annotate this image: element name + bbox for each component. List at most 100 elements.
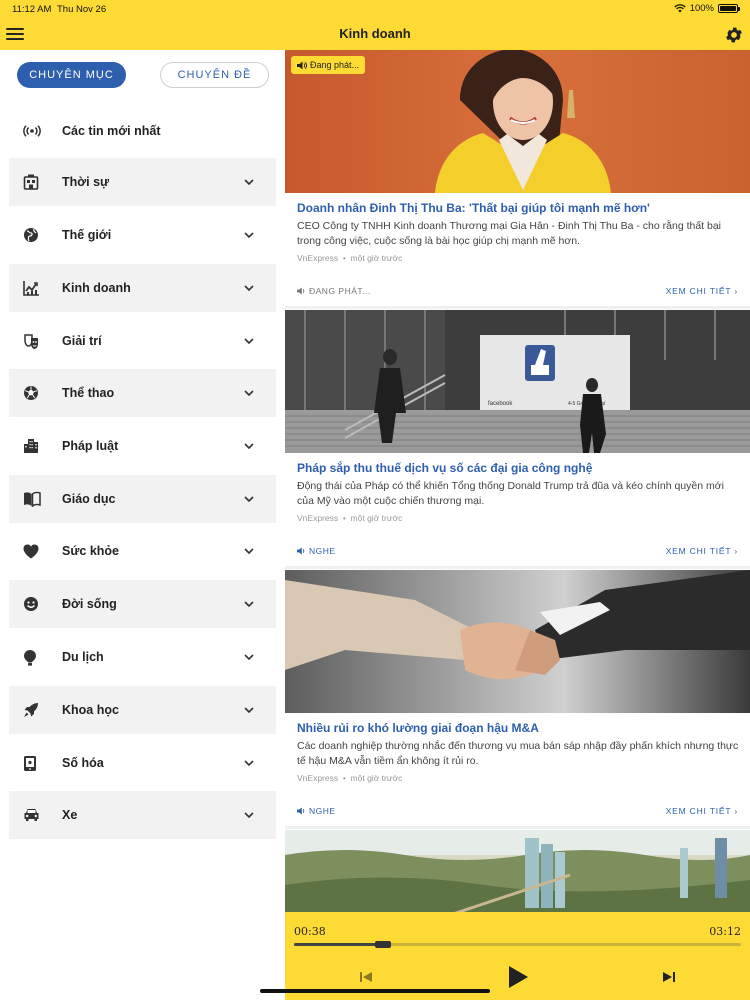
now-playing-badge: Đang phát...	[291, 56, 366, 74]
sidebar-item-label: Khoa học	[62, 703, 119, 717]
listen-button[interactable]: NGHE	[297, 546, 336, 556]
article-meta: VnExpress • một giờ trước	[297, 773, 402, 783]
building-newspaper-icon	[23, 174, 49, 190]
chevron-down-icon[interactable]	[242, 338, 256, 344]
article-feed: Đang phát... Doanh nhân Đinh Thị Thu Ba:…	[285, 50, 750, 1000]
chevron-down-icon[interactable]	[242, 390, 256, 396]
chevron-down-icon[interactable]	[242, 760, 256, 766]
sidebar-item-khoa-hoc[interactable]: Khoa học	[9, 686, 276, 734]
sign-text-brand: facebook	[488, 401, 513, 407]
sidebar-item-label: Sức khỏe	[62, 544, 119, 558]
article-card[interactable]	[285, 830, 750, 920]
speaker-icon	[297, 61, 307, 69]
chevron-down-icon[interactable]	[242, 443, 256, 449]
sidebar-item-the-gioi[interactable]: Thế giới	[9, 211, 276, 259]
chevron-down-icon[interactable]	[242, 707, 256, 713]
rocket-icon	[23, 702, 49, 718]
read-more-button[interactable]: XEM CHI TIẾT ›	[666, 546, 738, 556]
article-source: VnExpress	[297, 513, 339, 523]
wifi-icon	[674, 4, 686, 13]
next-track-icon[interactable]	[661, 970, 677, 984]
chevron-right-icon: ›	[734, 286, 738, 296]
sidebar-item-doi-song[interactable]: Đời sống	[9, 580, 276, 628]
sidebar-item-label: Du lịch	[62, 650, 104, 664]
hot-air-balloon-icon	[23, 649, 49, 666]
top-bar: 11:12 AM Thu Nov 26 100% Kinh doanh	[0, 0, 750, 50]
sidebar-item-label: Đời sống	[62, 597, 117, 611]
sidebar: CHUYÊN MỤC CHUYÊN ĐỀ Các tin mới nhất Th…	[0, 50, 285, 1000]
article-thumbnail[interactable]	[285, 570, 750, 713]
article-time: một giờ trước	[350, 513, 403, 523]
article-summary: Các doanh nghiệp thường nhắc đến thương …	[297, 740, 739, 767]
article-meta: VnExpress • một giờ trước	[297, 513, 402, 523]
read-more-button[interactable]: XEM CHI TIẾT ›	[666, 286, 738, 296]
sidebar-item-the-thao[interactable]: Thể thao	[9, 369, 276, 417]
status-date: Thu Nov 26	[57, 4, 107, 15]
seek-slider[interactable]	[294, 941, 741, 948]
chevron-down-icon[interactable]	[242, 285, 256, 291]
read-more-label: XEM CHI TIẾT	[665, 546, 732, 556]
sidebar-item-suc-khoe[interactable]: Sức khỏe	[9, 527, 276, 575]
sidebar-item-label: Kinh doanh	[62, 281, 131, 295]
chevron-down-icon[interactable]	[242, 812, 256, 818]
chevron-down-icon[interactable]	[242, 232, 256, 238]
article-meta: VnExpress • một giờ trước	[297, 253, 402, 263]
sidebar-item-label: Xe	[62, 808, 78, 822]
sidebar-item-label: Các tin mới nhất	[62, 124, 161, 138]
article-title[interactable]: Doanh nhân Đinh Thị Thu Ba: 'Thất bại gi…	[297, 201, 742, 216]
gear-icon[interactable]	[724, 25, 744, 45]
sidebar-item-giao-duc[interactable]: Giáo dục	[9, 475, 276, 523]
article-title[interactable]: Nhiều rủi ro khó lường giai đoạn hậu M&A	[297, 721, 742, 736]
article-title[interactable]: Pháp sắp thu thuế dịch vụ số các đại gia…	[297, 461, 742, 476]
article-summary: CEO Công ty TNHH Kinh doanh Thương mại G…	[297, 220, 722, 247]
soccer-ball-icon	[23, 385, 49, 401]
article-thumbnail[interactable]: Đang phát...	[285, 50, 750, 193]
chevron-down-icon[interactable]	[242, 179, 256, 185]
open-book-icon	[23, 491, 49, 507]
car-icon	[23, 808, 49, 822]
city-building-icon	[23, 438, 49, 454]
previous-track-icon[interactable]	[358, 970, 374, 984]
listen-button[interactable]: NGHE	[297, 806, 336, 816]
read-more-label: XEM CHI TIẾT	[665, 806, 732, 816]
chevron-right-icon: ›	[734, 546, 738, 556]
smiley-icon	[23, 596, 49, 612]
status-bar: 11:12 AM Thu Nov 26 100%	[0, 0, 750, 18]
heart-icon	[23, 544, 49, 559]
sidebar-item-label: Thời sự	[62, 175, 110, 189]
article-thumbnail[interactable]: facebook 4-5 Grand Canal	[285, 310, 750, 453]
sidebar-item-phap-luat[interactable]: Pháp luật	[9, 422, 276, 470]
sidebar-item-thoi-su[interactable]: Thời sự	[9, 158, 276, 206]
article-card[interactable]: facebook 4-5 Grand Canal Pháp sắp thu th…	[285, 310, 750, 570]
tab-chuyen-muc[interactable]: CHUYÊN MỤC	[17, 62, 126, 88]
chevron-down-icon[interactable]	[242, 654, 256, 660]
theater-mask-icon	[23, 333, 49, 349]
total-duration: 03:12	[709, 925, 741, 938]
seek-handle[interactable]	[375, 941, 392, 948]
article-thumbnail[interactable]	[285, 830, 750, 920]
listen-label: NGHE	[309, 806, 336, 816]
play-icon[interactable]	[504, 964, 530, 990]
chevron-down-icon[interactable]	[242, 548, 256, 554]
page-title: Kinh doanh	[339, 26, 411, 41]
sidebar-item-giai-tri[interactable]: Giải trí	[9, 317, 276, 365]
listen-button[interactable]: ĐANG PHÁT...	[297, 286, 371, 296]
article-card[interactable]: Đang phát... Doanh nhân Đinh Thị Thu Ba:…	[285, 50, 750, 310]
sidebar-item-kinh-doanh[interactable]: Kinh doanh	[9, 264, 276, 312]
tab-chuyen-de[interactable]: CHUYÊN ĐỀ	[160, 62, 269, 88]
sidebar-item-label: Giải trí	[62, 334, 102, 348]
sidebar-item-latest[interactable]: Các tin mới nhất	[9, 105, 276, 157]
chevron-down-icon[interactable]	[242, 601, 256, 607]
elapsed-time: 00:38	[294, 925, 326, 938]
sidebar-item-label: Pháp luật	[62, 439, 119, 453]
sidebar-item-so-hoa[interactable]: Số hóa	[9, 739, 276, 787]
read-more-button[interactable]: XEM CHI TIẾT ›	[666, 806, 738, 816]
globe-icon	[23, 227, 49, 243]
sidebar-item-label: Thể thao	[62, 386, 115, 400]
sidebar-item-du-lich[interactable]: Du lịch	[9, 633, 276, 681]
article-card[interactable]: Nhiều rủi ro khó lường giai đoạn hậu M&A…	[285, 570, 750, 830]
chevron-down-icon[interactable]	[242, 496, 256, 502]
read-more-label: XEM CHI TIẾT	[665, 286, 732, 296]
divider	[285, 566, 750, 569]
sidebar-item-xe[interactable]: Xe	[9, 791, 276, 839]
